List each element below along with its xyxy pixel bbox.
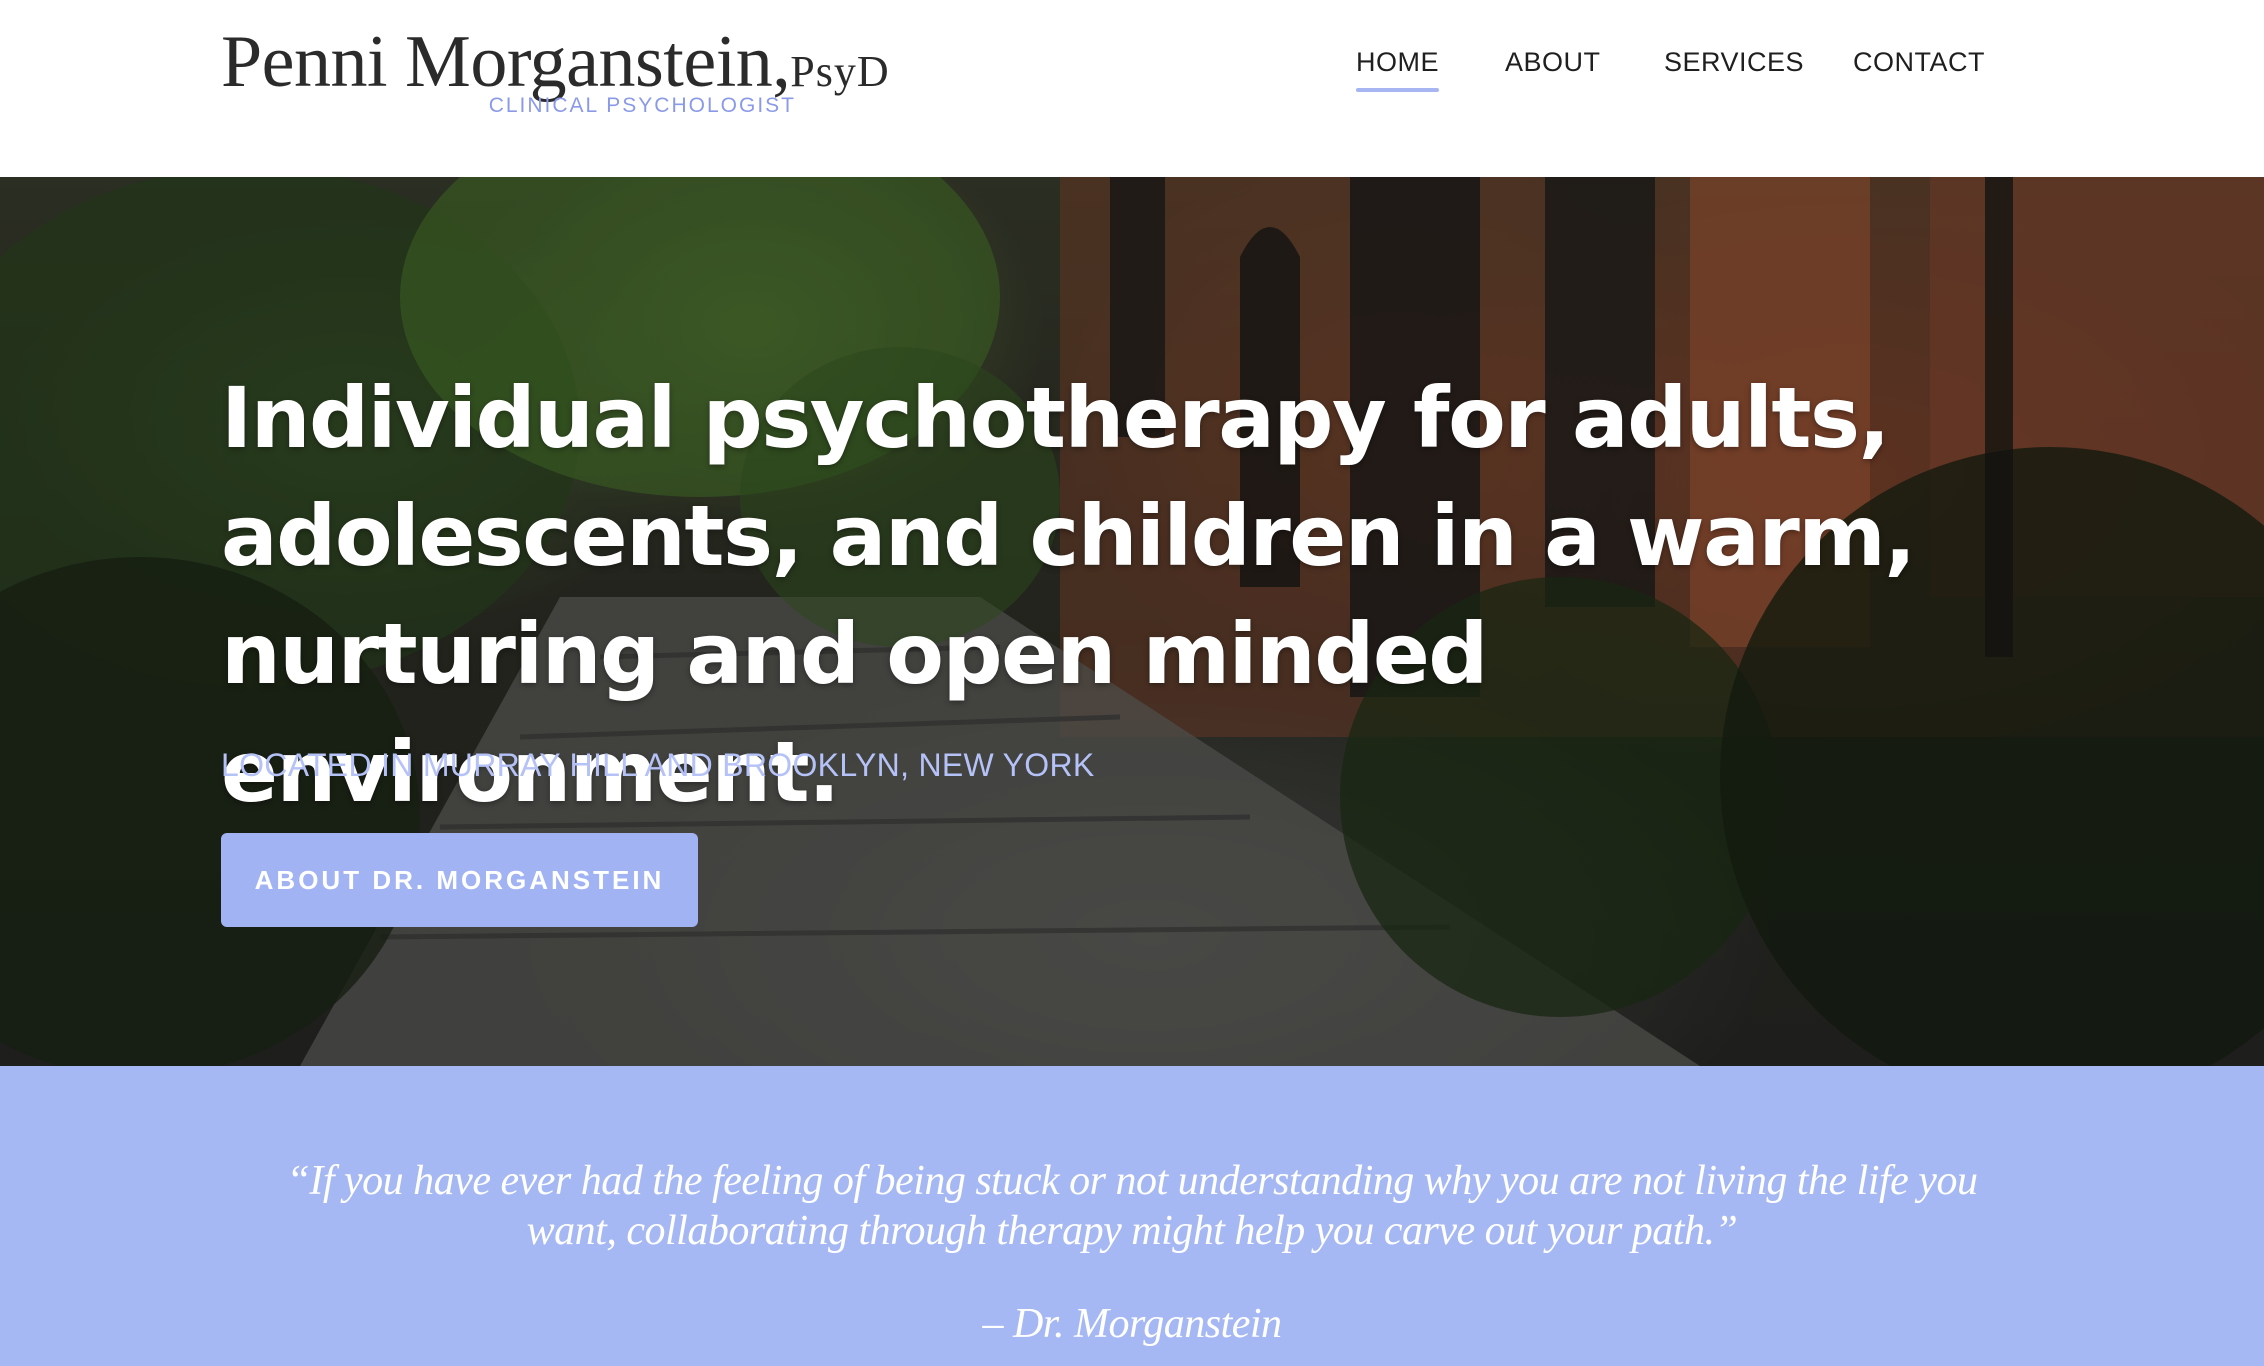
nav-item-contact[interactable]: CONTACT bbox=[1853, 44, 1985, 80]
hero-headline-line: nurturing and open minded environment. bbox=[221, 605, 1488, 821]
hero-location: LOCATED IN MURRAY HILL AND BROOKLYN, NEW… bbox=[221, 747, 1095, 783]
nav-item-home[interactable]: HOME bbox=[1356, 44, 1439, 92]
hero-section: Individual psychotherapy for adults, ado… bbox=[0, 177, 2264, 1066]
hero-headline-line: adolescents, and children in a warm, bbox=[221, 487, 1916, 585]
nav-item-services[interactable]: SERVICES bbox=[1664, 44, 1804, 80]
main-nav: HOME ABOUT SERVICES CONTACT bbox=[0, 44, 2264, 104]
about-dr-morganstein-button[interactable]: ABOUT DR. MORGANSTEIN bbox=[221, 833, 698, 927]
quote-author: – Dr. Morganstein bbox=[982, 1301, 1282, 1347]
nav-item-about[interactable]: ABOUT bbox=[1505, 44, 1601, 80]
quote-text: “If you have ever had the feeling of bei… bbox=[286, 1158, 1978, 1254]
hero-headline-line: Individual psychotherapy for adults, bbox=[221, 369, 1890, 467]
site-header: Penni Morganstein,PsyD CLINICAL PSYCHOLO… bbox=[0, 0, 2264, 177]
quote-section: “If you have ever had the feeling of bei… bbox=[0, 1066, 2264, 1366]
